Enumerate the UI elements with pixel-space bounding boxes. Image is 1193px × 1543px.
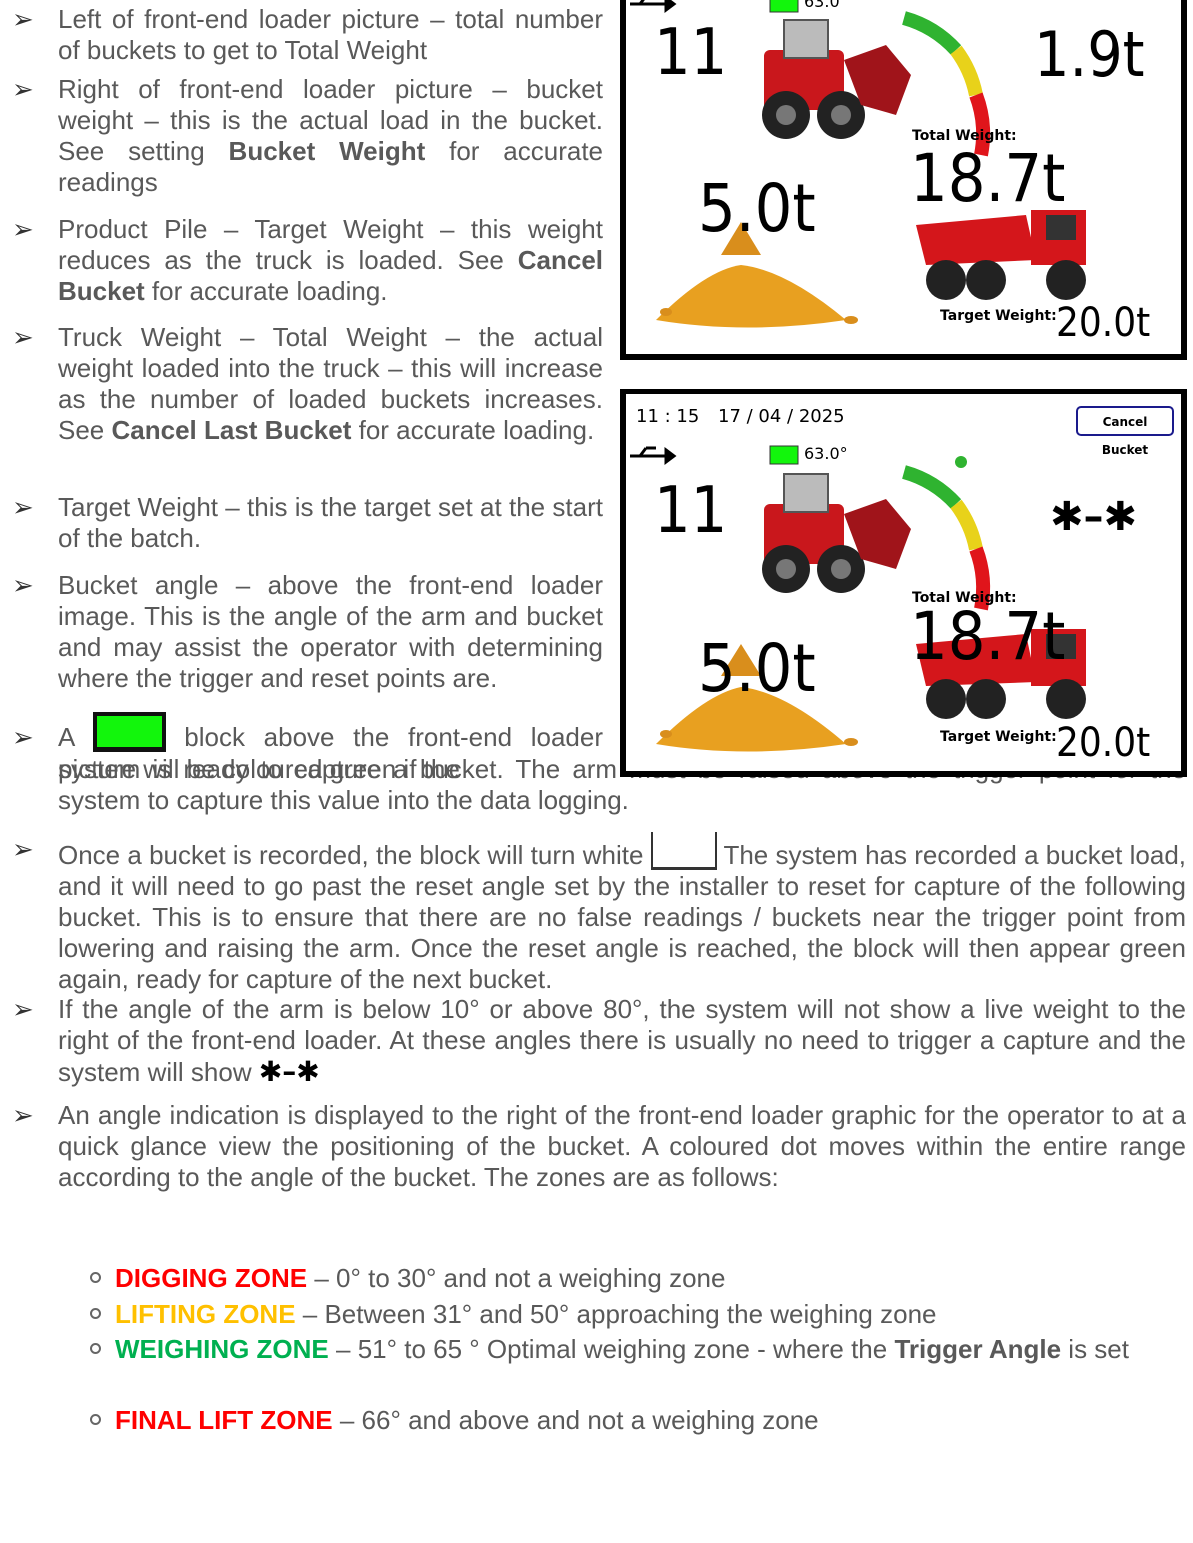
clock-time: 11 : 15 — [636, 406, 700, 427]
bucket-count-value: 11 — [654, 16, 728, 90]
ready-block-icon — [769, 445, 799, 465]
target-weight-label: Target Weight: — [940, 308, 1057, 324]
bullet-bucket-angle: ➢ Bucket angle – above the front-end loa… — [0, 570, 610, 694]
display-screen-bottom: 11 : 15 17 / 04 / 2025 Cancel Bucket 63.… — [620, 389, 1187, 777]
target-weight-value: 20.0t — [1056, 720, 1151, 766]
pile-weight-value: 5.0t — [698, 630, 816, 707]
zone-name: FINAL LIFT ZONE — [115, 1405, 333, 1435]
total-weight-value: 18.7t — [910, 140, 1066, 217]
zone-weighing: WEIGHING ZONE – 51° to 65 ° Optimal weig… — [90, 1334, 1187, 1365]
white-recorded-block-icon — [650, 832, 717, 870]
screen-angle-value: 63.0° — [804, 444, 848, 463]
bullet-text: Target Weight – this is the target set a… — [58, 492, 603, 553]
bullet-angle-indication: ➢ An angle indication is displayed to th… — [0, 1100, 1190, 1200]
zone-lifting: LIFTING ZONE – Between 31° and 50° appro… — [90, 1299, 937, 1330]
zone-name: WEIGHING ZONE — [115, 1334, 329, 1364]
no-reading-symbol: ✱–✱ — [1050, 494, 1138, 540]
usb-icon — [630, 446, 677, 465]
circle-bullet-icon — [90, 1272, 101, 1283]
circle-bullet-icon — [90, 1308, 101, 1319]
cancel-bucket-button[interactable]: Cancel Bucket — [1076, 406, 1174, 457]
angle-dot-icon — [955, 456, 967, 468]
front-end-loader-icon — [762, 19, 911, 139]
ready-block-icon — [769, 0, 799, 13]
zone-digging: DIGGING ZONE – 0° to 30° and not a weigh… — [90, 1263, 726, 1294]
zone-final-lift: FINAL LIFT ZONE – 66° and above and not … — [90, 1405, 819, 1436]
clock-date: 17 / 04 / 2025 — [718, 406, 845, 427]
bullet-white-block: ➢ Once a bucket is recorded, the block w… — [0, 828, 1190, 994]
bullet-text: An angle indication is displayed to the … — [58, 1100, 1186, 1192]
setting-link-cancel-last-bucket: Cancel Last Bucket — [111, 415, 352, 445]
bullet-angle-limits: ➢ If the angle of the arm is below 10° o… — [0, 994, 1190, 1094]
arrow-bullet-icon: ➢ — [12, 214, 34, 244]
bullet-product-pile: ➢ Product Pile – Target Weight – this we… — [0, 214, 610, 307]
target-weight-value: 20.0t — [1056, 300, 1151, 346]
target-weight-label: Target Weight: — [940, 729, 1057, 745]
zone-text: – Between 31° and 50° approaching the we… — [295, 1299, 937, 1329]
arrow-bullet-icon: ➢ — [12, 74, 34, 104]
zone-text: – 0° to 30° and not a weighing zone — [307, 1263, 726, 1293]
bullet-target-weight: ➢ Target Weight – this is the target set… — [0, 492, 610, 554]
zone-text: – 66° and above and not a weighing zone — [332, 1405, 819, 1435]
bullet-text: for accurate loading. — [144, 276, 388, 306]
bullet-bucket-weight: ➢ Right of front-end loader picture – bu… — [0, 74, 610, 198]
bucket-count-value: 11 — [654, 474, 728, 548]
bullet-text: If the angle of the arm is below 10° or … — [58, 994, 1186, 1087]
arrow-bullet-icon: ➢ — [12, 492, 34, 522]
arrow-bullet-icon: ➢ — [12, 722, 34, 752]
arrow-bullet-icon: ➢ — [12, 1100, 34, 1130]
arrow-bullet-icon: ➢ — [12, 994, 34, 1024]
bullet-text: A — [58, 722, 93, 752]
bullet-text: Once a bucket is recorded, the block wil… — [58, 840, 651, 870]
screen-angle-value: 63.0 — [804, 0, 840, 11]
zone-text: is set — [1061, 1334, 1129, 1364]
pile-weight-value: 5.0t — [698, 170, 816, 247]
front-end-loader-icon — [762, 473, 911, 593]
usb-icon — [630, 0, 677, 13]
dump-truck-icon — [916, 210, 1086, 300]
no-reading-symbol: ✱–✱ — [258, 1055, 320, 1088]
green-ready-block-icon — [92, 712, 166, 752]
screen-graphics — [630, 445, 1086, 752]
zone-text: – 51° to 65 ° Optimal weighing zone - wh… — [328, 1334, 895, 1364]
bullet-text: for accurate loading. — [351, 415, 595, 445]
bullet-left-loader: ➢ Left of front-end loader picture – tot… — [0, 4, 610, 66]
total-weight-value: 18.7t — [910, 598, 1066, 675]
bullet-text: Bucket angle – above the front-end loade… — [58, 570, 603, 693]
display-screen-top: 63.0 11 1.9t Total Weight: 18.7t 5.0t Ta… — [620, 0, 1187, 360]
arrow-bullet-icon: ➢ — [12, 4, 34, 34]
arrow-bullet-icon: ➢ — [12, 834, 34, 864]
bullet-truck-weight: ➢ Truck Weight – Total Weight – the actu… — [0, 322, 610, 477]
bullet-text: Left of front-end loader picture – total… — [58, 4, 603, 65]
zone-bold-trigger-angle: Trigger Angle — [894, 1334, 1062, 1364]
circle-bullet-icon — [90, 1414, 101, 1425]
setting-link-bucket-weight: Bucket Weight — [228, 136, 426, 166]
zone-name: LIFTING ZONE — [115, 1299, 296, 1329]
bucket-weight-value: 1.9t — [1034, 18, 1145, 91]
circle-bullet-icon — [90, 1343, 101, 1354]
arrow-bullet-icon: ➢ — [12, 570, 34, 600]
zone-name: DIGGING ZONE — [115, 1263, 308, 1293]
arrow-bullet-icon: ➢ — [12, 322, 34, 352]
